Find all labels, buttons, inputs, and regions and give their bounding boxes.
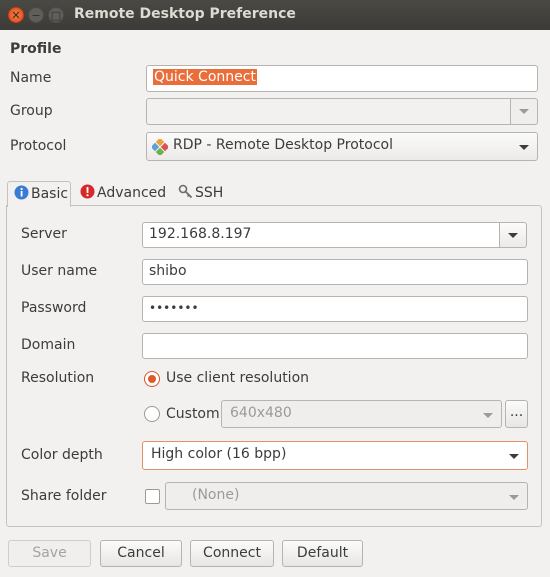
title-bar: ✕ − □ Remote Desktop Preference xyxy=(0,0,550,30)
password-label: Password xyxy=(21,300,87,316)
share-folder-value: (None) xyxy=(192,487,240,503)
protocol-value: RDP - Remote Desktop Protocol xyxy=(173,137,393,153)
name-field[interactable]: Quick Connect xyxy=(146,65,538,92)
tab-ssh[interactable]: SSH xyxy=(172,181,232,206)
cancel-button[interactable]: Cancel xyxy=(100,540,182,567)
tab-basic-label: Basic xyxy=(31,186,69,202)
connect-button[interactable]: Connect xyxy=(190,540,274,567)
maximize-window-button[interactable]: □ xyxy=(48,7,64,23)
chevron-down-icon xyxy=(519,109,529,114)
name-label: Name xyxy=(10,70,52,86)
default-button[interactable]: Default xyxy=(282,540,363,567)
username-field[interactable]: shibo xyxy=(142,259,528,285)
chevron-down-icon xyxy=(483,413,493,418)
chevron-down-icon xyxy=(519,145,529,150)
chevron-down-icon xyxy=(508,233,518,238)
warning-icon xyxy=(80,184,95,203)
key-icon xyxy=(178,184,193,203)
custom-resolution-combo[interactable]: 640x480 xyxy=(221,400,502,428)
share-folder-checkbox[interactable] xyxy=(145,489,160,504)
custom-resolution-label[interactable]: Custom xyxy=(166,406,220,422)
custom-resolution-value: 640x480 xyxy=(230,405,292,421)
share-folder-label: Share folder xyxy=(21,488,107,504)
group-field[interactable] xyxy=(146,98,512,125)
tab-ssh-label: SSH xyxy=(195,185,224,201)
domain-field[interactable] xyxy=(142,333,528,359)
server-history-button[interactable] xyxy=(499,222,527,248)
resolution-label: Resolution xyxy=(21,370,95,386)
color-depth-combo[interactable]: High color (16 bpp) xyxy=(142,441,528,470)
protocol-combo[interactable]: RDP - Remote Desktop Protocol xyxy=(146,132,538,161)
info-icon xyxy=(14,185,29,204)
minimize-window-button[interactable]: − xyxy=(28,7,44,23)
use-client-resolution-label[interactable]: Use client resolution xyxy=(166,370,309,386)
group-dropdown-button[interactable] xyxy=(510,98,538,125)
tab-basic[interactable]: Basic xyxy=(7,181,71,207)
tab-advanced-label: Advanced xyxy=(97,185,167,201)
use-client-resolution-radio[interactable] xyxy=(144,371,160,387)
window-title: Remote Desktop Preference xyxy=(74,6,296,22)
color-depth-value: High color (16 bpp) xyxy=(151,446,287,462)
group-label: Group xyxy=(10,103,53,119)
chevron-down-icon xyxy=(509,495,519,500)
color-depth-label: Color depth xyxy=(21,447,103,463)
close-window-button[interactable]: ✕ xyxy=(8,7,24,23)
server-field[interactable]: 192.168.8.197 xyxy=(142,222,500,248)
name-field-value: Quick Connect xyxy=(153,69,257,85)
share-folder-combo[interactable]: (None) xyxy=(165,482,528,510)
tab-advanced[interactable]: Advanced xyxy=(74,181,172,206)
domain-label: Domain xyxy=(21,337,76,353)
profile-heading: Profile xyxy=(10,41,62,57)
protocol-label: Protocol xyxy=(10,138,67,154)
rdp-protocol-icon xyxy=(152,139,168,155)
username-label: User name xyxy=(21,263,98,279)
custom-resolution-radio[interactable] xyxy=(144,406,160,422)
password-field[interactable]: ••••••• xyxy=(142,296,528,322)
chevron-down-icon xyxy=(509,454,519,459)
save-button[interactable]: Save xyxy=(8,540,91,567)
server-label: Server xyxy=(21,226,67,242)
basic-tab-panel xyxy=(6,205,542,527)
resolution-more-button[interactable]: ... xyxy=(505,400,528,428)
